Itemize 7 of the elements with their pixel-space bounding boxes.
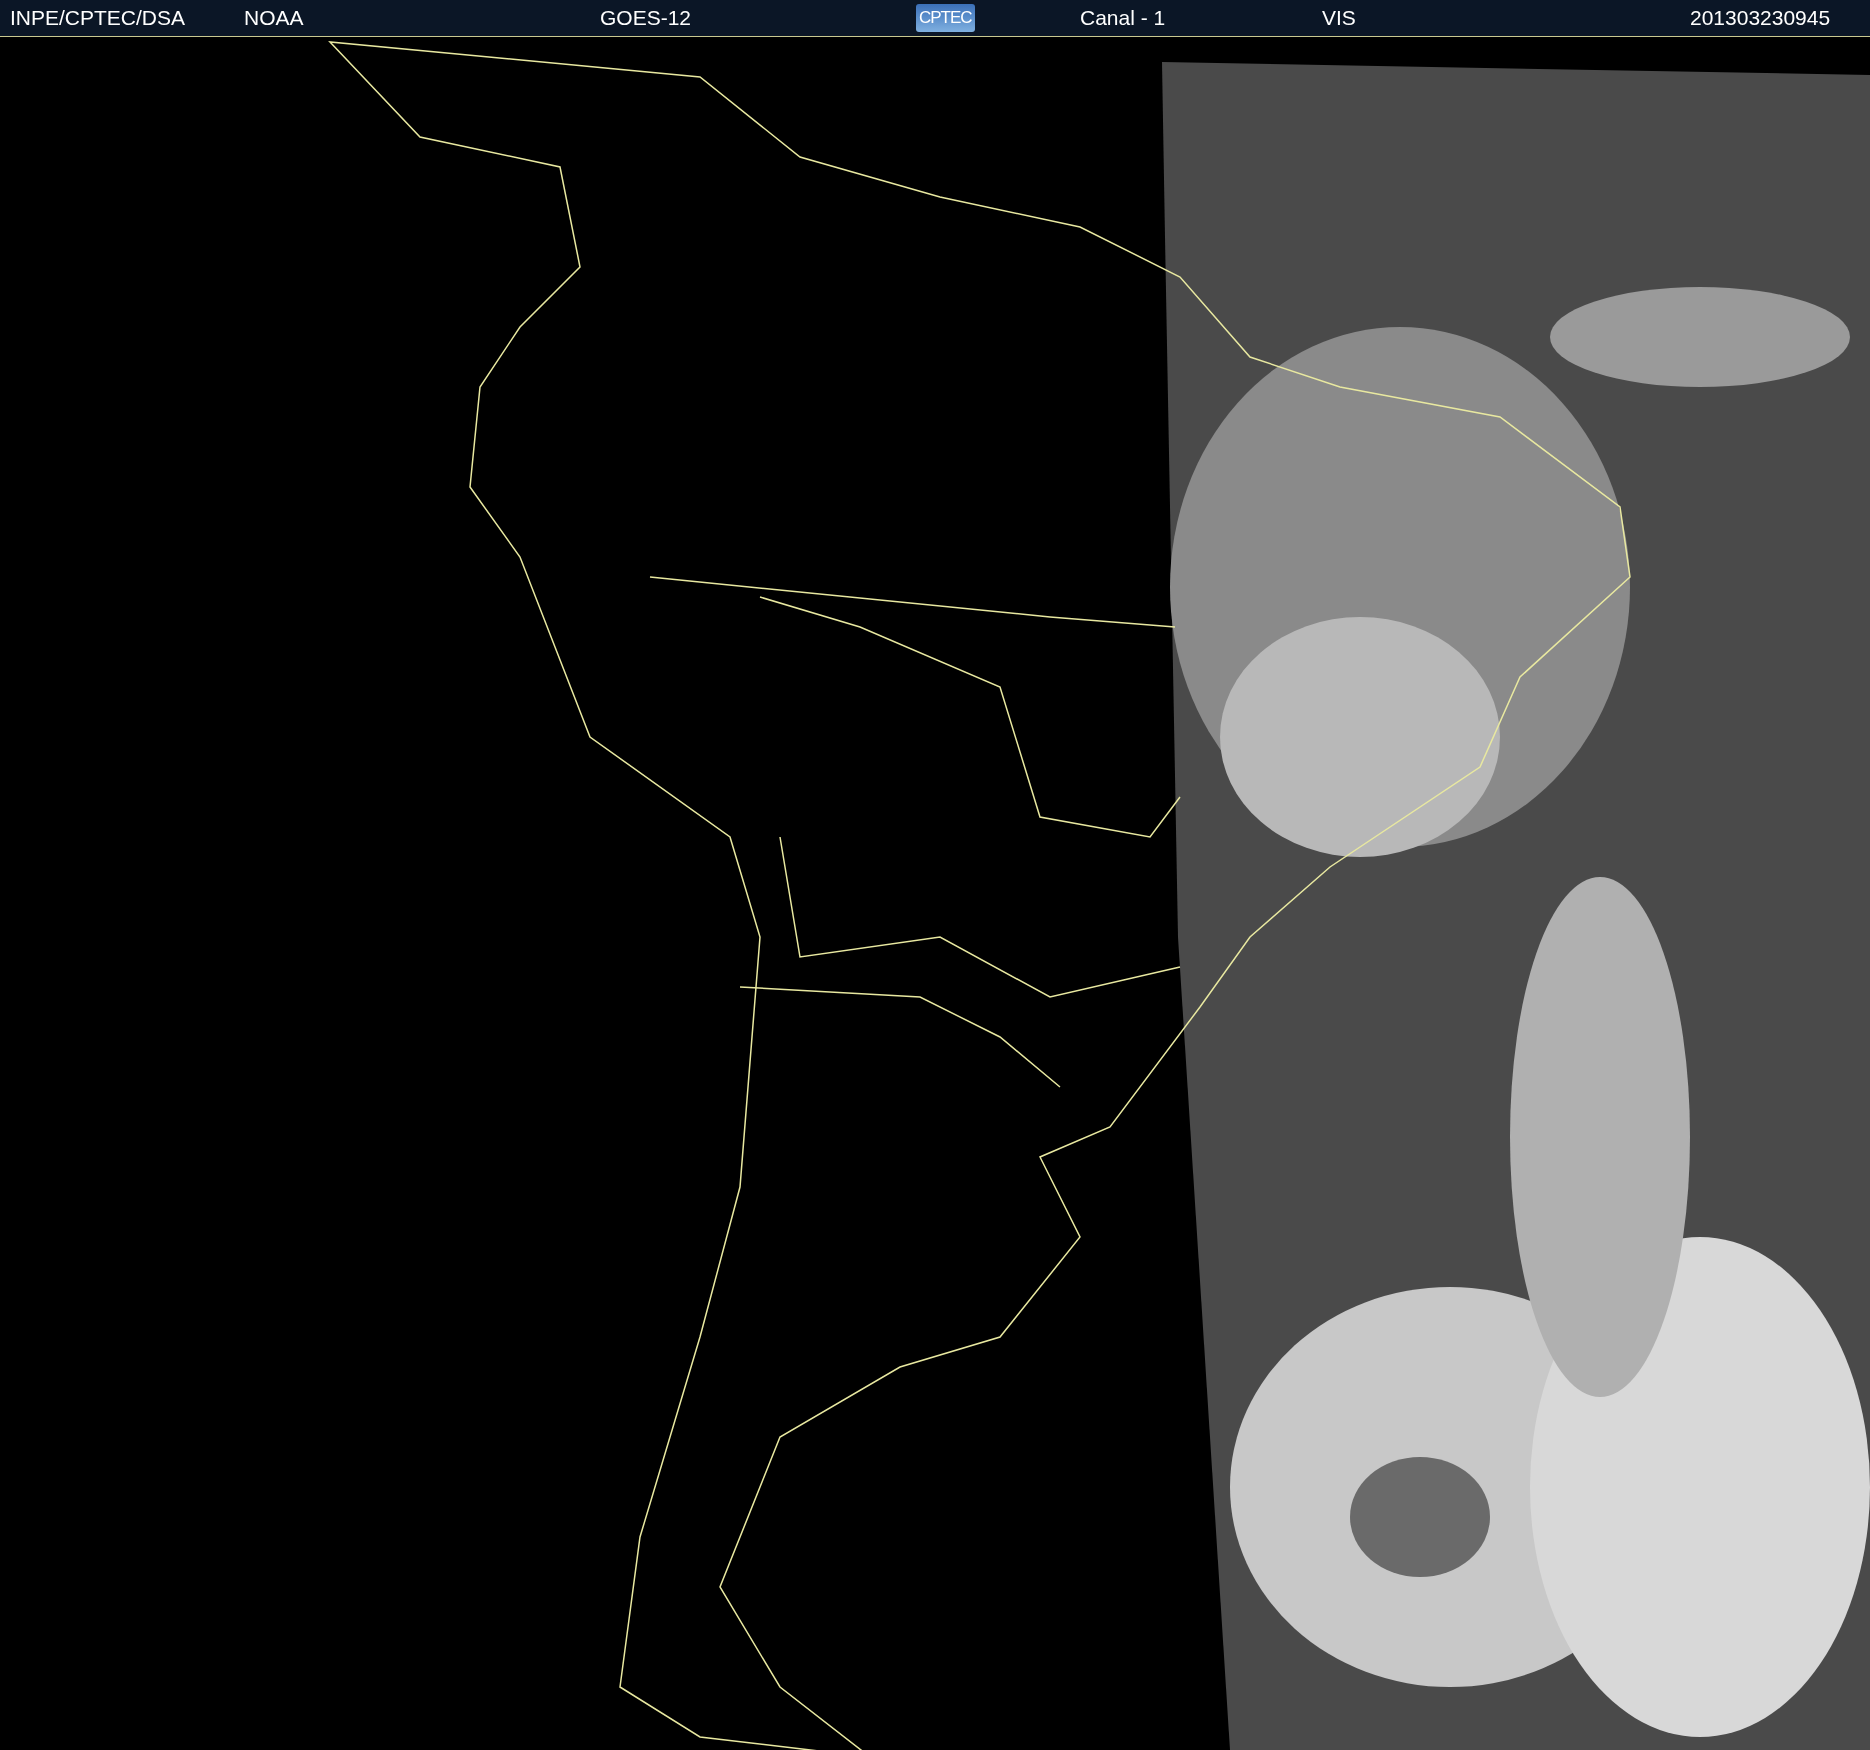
satellite-label: GOES-12 [600,6,693,30]
logo: CPTEC [916,4,975,32]
timestamp-label: 201303230945 [1690,6,1832,30]
band-label: VIS [1322,6,1357,30]
source-label: INPE/CPTEC/DSA [10,6,187,30]
channel-label: Canal - 1 [1080,6,1167,30]
agency-label: NOAA [244,6,305,30]
